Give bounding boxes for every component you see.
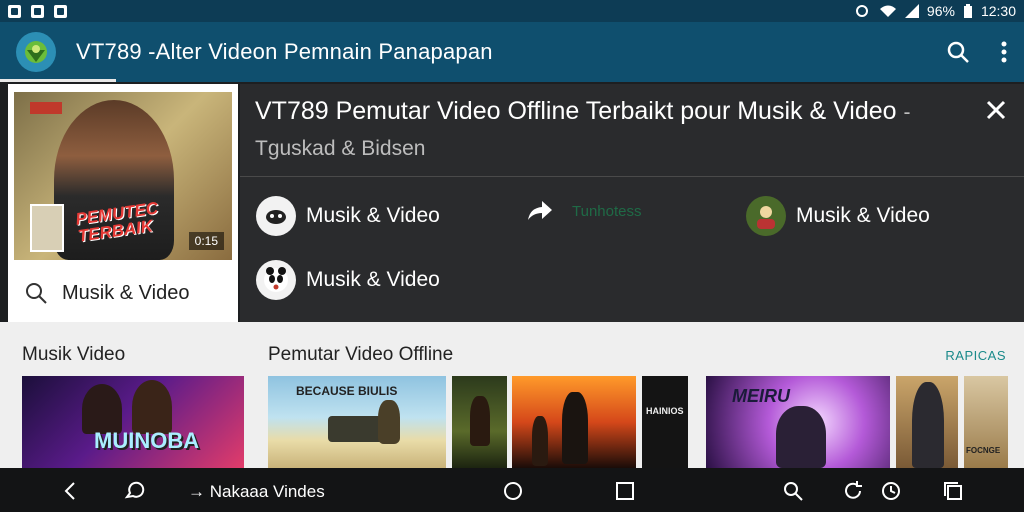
video-card[interactable] (452, 376, 507, 468)
search-icon[interactable] (946, 40, 970, 64)
section-title-pemutar: Pemutar Video Offline (268, 344, 454, 365)
share-option-3[interactable]: Musik & Video (746, 196, 930, 236)
refresh-icon[interactable] (842, 480, 864, 502)
history-icon[interactable] (880, 480, 902, 502)
recents-icon[interactable] (614, 480, 636, 502)
share-option-2[interactable]: Tunhotess (524, 196, 642, 226)
status-bar: 96% 12:30 (0, 0, 1024, 22)
app-bar: VT789 -Alter Videon Pemnain Panapapan (0, 22, 1024, 82)
thumbnail-inset (30, 204, 64, 252)
share-option-label: Musik & Video (306, 268, 440, 291)
app-logo[interactable] (16, 32, 56, 72)
battery-icon (963, 3, 972, 18)
search-icon[interactable] (782, 480, 804, 502)
vibrate-icon (855, 5, 868, 17)
share-panel: VT789 Pemutar Video Offline Terbaikt pou… (240, 84, 1024, 322)
channel-badge (30, 102, 62, 114)
more-options-icon[interactable] (1000, 40, 1008, 64)
signal-icon (904, 4, 919, 18)
panel-title-text: VT789 Pemutar Video Offline Terbaikt pou… (255, 97, 897, 125)
section-title-musik-video: Musik Video (22, 344, 126, 365)
share-option-1[interactable]: Musik & Video (256, 196, 440, 236)
search-row[interactable]: Musik & Video (8, 264, 238, 322)
search-label: Musik & Video (62, 281, 190, 304)
video-card[interactable]: HAINIOS (642, 376, 688, 468)
see-more-link[interactable]: RAPICAS (945, 348, 1006, 363)
video-card[interactable]: MEIRU (706, 376, 890, 468)
video-card[interactable]: FOCNGE (964, 376, 1008, 468)
tab-indicator (0, 79, 116, 82)
navigation-bar: → Nakaaa Vindes (0, 468, 1024, 512)
close-icon[interactable] (982, 96, 1010, 124)
panel-divider (240, 176, 1024, 177)
video-card[interactable]: MUINOBA (22, 376, 244, 468)
chat-icon[interactable] (124, 480, 146, 502)
video-card-caption: FOCNGE (966, 446, 1001, 455)
clock: 12:30 (980, 3, 1016, 19)
share-icon (528, 201, 552, 220)
battery-percent: 96% (926, 3, 955, 19)
video-duration: 0:15 (188, 232, 224, 250)
app-title: VT789 -Alter Videon Pemnain Panapapan (76, 39, 493, 64)
panel-title: VT789 Pemutar Video Offline Terbaikt pou… (255, 94, 955, 166)
search-icon (26, 283, 47, 304)
app-logo-icon (25, 41, 47, 63)
avatar-icon (746, 196, 786, 236)
nav-label[interactable]: → Nakaaa Vindes (188, 482, 325, 502)
video-card-caption: BECAUSE BIULIS (296, 384, 398, 398)
back-icon[interactable] (60, 480, 82, 502)
notification-icon (54, 4, 67, 18)
wifi-icon (879, 5, 896, 17)
video-card[interactable] (896, 376, 958, 468)
notification-icon (31, 4, 44, 18)
copy-icon[interactable] (942, 480, 964, 502)
video-card-caption: MUINOBA (94, 428, 200, 453)
video-card[interactable] (512, 376, 636, 468)
panda-icon (256, 260, 296, 300)
cat-icon (256, 196, 296, 236)
video-feed: Musik Video Pemutar Video Offline RAPICA… (0, 322, 1024, 468)
share-option-label: Musik & Video (796, 204, 930, 227)
home-icon[interactable] (502, 480, 524, 502)
notification-icon (8, 4, 21, 18)
video-card-caption: HAINIOS (646, 406, 684, 416)
video-thumbnail[interactable]: PEMUTEC TERBAIK 0:15 (14, 92, 232, 260)
video-card[interactable]: BECAUSE BIULIS (268, 376, 446, 468)
video-card-caption: MEIRU (732, 386, 790, 406)
video-card[interactable]: PEMUTEC TERBAIK 0:15 Musik & Video (8, 84, 238, 322)
share-option-label: Tunhotess (572, 202, 642, 220)
share-option-4[interactable]: Musik & Video (256, 260, 440, 300)
share-option-label: Musik & Video (306, 204, 440, 227)
